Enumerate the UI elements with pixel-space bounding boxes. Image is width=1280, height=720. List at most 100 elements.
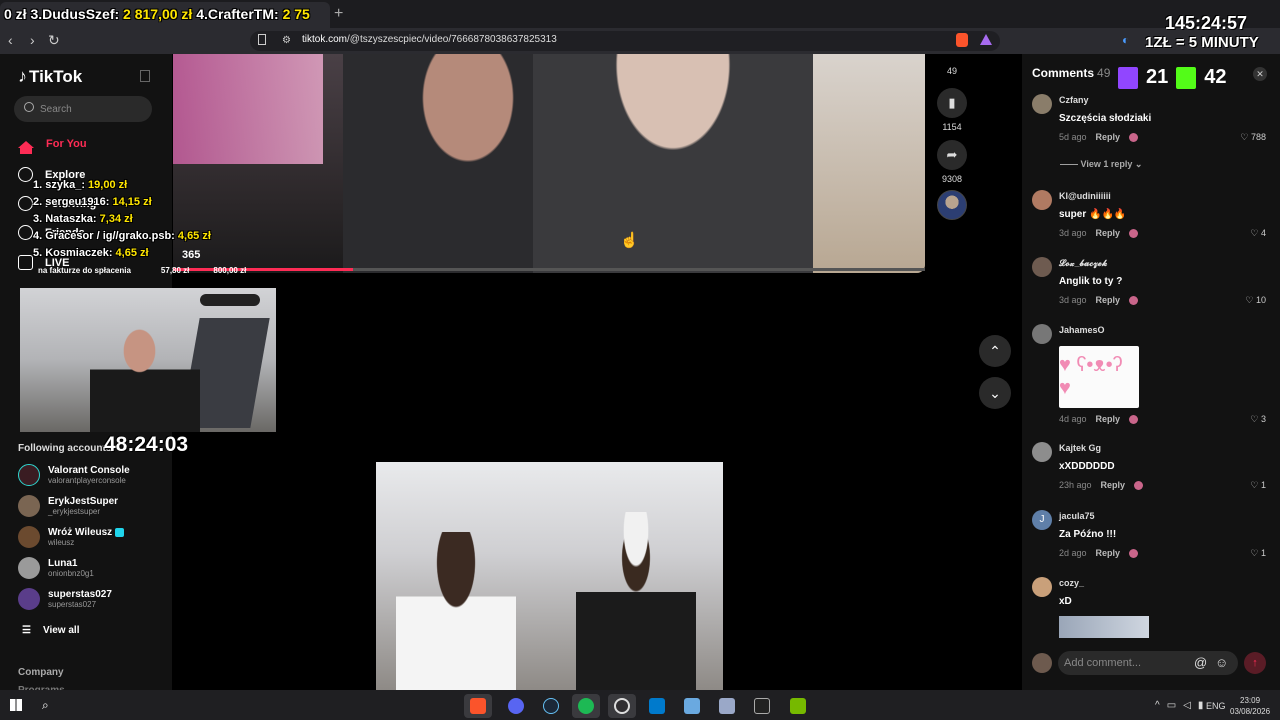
bookmark-icon: ▮ (937, 88, 967, 118)
avatar[interactable]: J (1032, 510, 1052, 530)
comment-author[interactable]: Czfany (1059, 95, 1089, 105)
video-player[interactable] (173, 54, 925, 273)
new-tab-icon[interactable]: + (334, 5, 343, 23)
share-action[interactable]: ➦ 9308 (934, 140, 970, 184)
comment-author[interactable]: jacula75 (1059, 511, 1095, 521)
hand-cursor-icon: ☝ (620, 232, 639, 249)
system-tray[interactable]: ^ ▭ ◁ ▮ (1155, 700, 1203, 711)
comment-author[interactable]: cozy_ (1059, 578, 1084, 588)
taskbar-app[interactable] (643, 694, 671, 718)
comment-meta: 4d ago Reply (1059, 414, 1139, 425)
creator-avatar[interactable] (937, 190, 967, 220)
mention-icon[interactable]: @ (1194, 655, 1207, 670)
account-item[interactable]: Luna1 onionbnz0g1 (18, 557, 94, 579)
comment-like[interactable]: ♡ 1 (1250, 548, 1266, 559)
avatar[interactable] (1032, 94, 1052, 114)
comment-like[interactable]: ♡ 10 (1245, 295, 1266, 306)
avatar (18, 557, 40, 579)
taskbar-app[interactable] (608, 694, 636, 718)
post-comment-button[interactable]: ↑ (1244, 652, 1266, 674)
extension-icon[interactable]: ◐ (1122, 33, 1129, 47)
video-subject (533, 54, 813, 273)
app-icon (719, 698, 735, 714)
taskbar-app[interactable] (713, 694, 741, 718)
comment-author[interactable]: Kl@udiniiiiii (1059, 191, 1111, 201)
terminal-icon (754, 698, 770, 714)
windows-start-icon[interactable] (10, 699, 22, 711)
reply-button[interactable]: Reply (1096, 414, 1121, 424)
creator-liked-icon (1129, 415, 1139, 425)
account-item[interactable]: Wróż Wileusz wileusz (18, 526, 125, 548)
comments-header: Comments 49 (1032, 66, 1111, 80)
subathon-clock: 145:24:57 (1165, 13, 1248, 33)
account-item[interactable]: superstas027 superstas027 (18, 588, 112, 610)
streamer (90, 328, 200, 432)
twitch-icon (1118, 66, 1138, 89)
comment-author[interactable]: JahamesO (1059, 325, 1105, 335)
avatar[interactable] (1032, 577, 1052, 597)
creator-liked-icon (1134, 481, 1144, 491)
nav-for-you[interactable]: For You (18, 138, 87, 154)
brave-rewards-icon[interactable] (980, 34, 992, 45)
language-indicator[interactable]: ENG (1206, 701, 1226, 711)
reply-button[interactable]: Reply (1096, 228, 1121, 238)
avatar[interactable] (1032, 442, 1052, 462)
search-input[interactable] (14, 96, 152, 122)
taskbar-brave[interactable] (464, 694, 492, 718)
comment-author[interactable]: 𝓛𝓸𝔁_𝓫𝓪𝓬𝔃𝓮𝓴 (1059, 258, 1107, 269)
view-replies-button[interactable]: —— View 1 reply ⌄ (1060, 159, 1142, 170)
previous-video-button[interactable]: ⌃ (979, 335, 1011, 367)
comment-meta: 5d ago Reply (1059, 132, 1139, 143)
discord-icon (508, 698, 524, 714)
taskbar-app[interactable] (572, 694, 600, 718)
bookmark-page-icon[interactable] (258, 34, 266, 45)
forward-icon[interactable]: › (30, 32, 35, 48)
taskbar-app[interactable] (784, 694, 812, 718)
reload-icon[interactable]: ↻ (48, 32, 60, 49)
next-video-preview[interactable] (376, 462, 723, 690)
like-action[interactable]: 49 (934, 66, 970, 76)
taskbar-app[interactable] (748, 694, 776, 718)
verified-icon (115, 527, 125, 537)
comment-like[interactable]: ♡ 1 (1250, 480, 1266, 491)
avatar[interactable] (1032, 190, 1052, 210)
reply-button[interactable]: Reply (1096, 295, 1121, 305)
company-link[interactable]: Company (18, 667, 64, 678)
top-donors-ticker: 0 zł 3.DudusSzef: 2 817,00 zł 4.CrafterT… (4, 6, 310, 22)
url-text[interactable]: tiktok.com/@tszyszescpiec/video/76668780… (302, 34, 557, 45)
reply-button[interactable]: Reply (1096, 548, 1121, 558)
tiktok-logo[interactable]: ♪ TikTok (18, 66, 82, 87)
comment-like[interactable]: ♡ 3 (1250, 414, 1266, 425)
taskbar-search-icon[interactable]: ⌕ (42, 698, 49, 713)
favorite-action[interactable]: ▮ 1154 (934, 88, 970, 132)
comment-text: xD (1059, 596, 1072, 607)
site-settings-icon[interactable]: ⚙ (282, 35, 291, 46)
avatar[interactable] (1032, 257, 1052, 277)
avatar (18, 588, 40, 610)
reply-button[interactable]: Reply (1096, 132, 1121, 142)
view-all-button[interactable]: ☰ View all (22, 625, 79, 636)
taskbar-app[interactable] (502, 694, 530, 718)
clock[interactable]: 23:09 03/08/2026 (1230, 695, 1270, 717)
comment-author[interactable]: Kajtek Gg (1059, 443, 1101, 453)
account-item[interactable]: ErykJestSuper _erykjestsuper (18, 495, 118, 517)
avatar[interactable] (1032, 324, 1052, 344)
close-icon[interactable]: ✕ (1253, 67, 1267, 81)
user-avatar (1032, 653, 1052, 673)
back-icon[interactable]: ‹ (8, 32, 13, 48)
friends-icon (18, 225, 33, 240)
emoji-icon[interactable]: ☺ (1215, 655, 1228, 670)
comment-like[interactable]: ♡ 788 (1240, 132, 1266, 143)
account-item[interactable]: Valorant Console valorantplayerconsole (18, 464, 130, 486)
compass-icon (18, 167, 33, 182)
following-icon (18, 196, 33, 211)
next-video-button[interactable]: ⌄ (979, 377, 1011, 409)
video-progress-bar[interactable] (173, 268, 925, 271)
comment-like[interactable]: ♡ 4 (1250, 228, 1266, 239)
taskbar-app[interactable] (537, 694, 565, 718)
collapse-sidebar-icon[interactable] (140, 70, 150, 82)
following-accounts-title: Following accounts (18, 443, 112, 454)
taskbar-app[interactable] (678, 694, 706, 718)
reply-button[interactable]: Reply (1101, 480, 1126, 490)
brave-shields-icon[interactable] (956, 33, 968, 47)
